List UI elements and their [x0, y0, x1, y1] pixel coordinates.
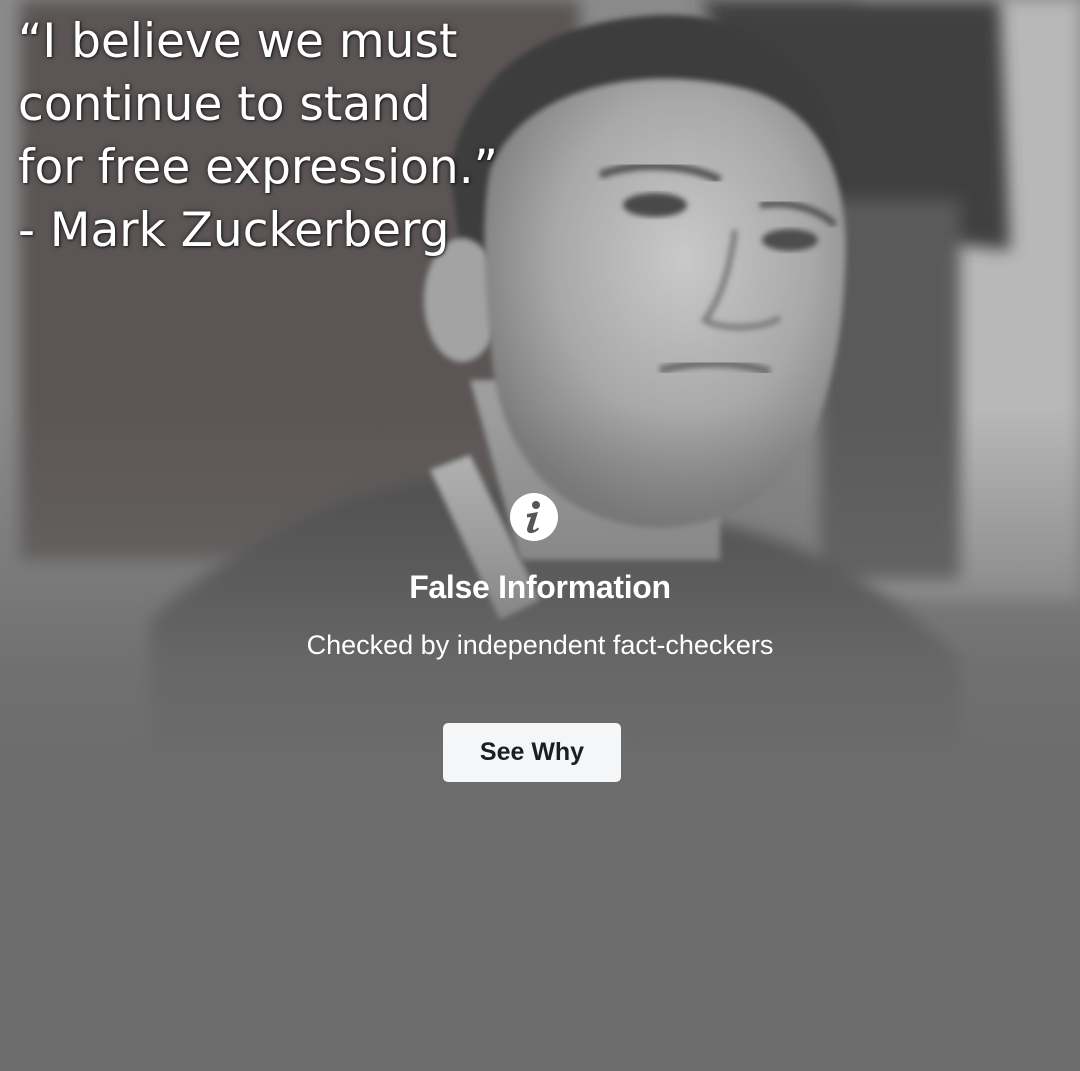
warning-title: False Information [409, 569, 671, 605]
quote-attribution: - Mark Zuckerberg [18, 203, 450, 258]
quote-text: “I believe we must continue to stand for… [18, 10, 498, 262]
quote-line: for free expression.” [18, 140, 498, 195]
post-image: “I believe we must continue to stand for… [0, 0, 1080, 1071]
quote-line: “I believe we must [18, 14, 458, 69]
warning-subtitle: Checked by independent fact-checkers [306, 630, 774, 660]
see-why-button[interactable]: See Why [443, 723, 621, 782]
quote-line: continue to stand [18, 77, 431, 132]
info-icon [510, 493, 558, 541]
